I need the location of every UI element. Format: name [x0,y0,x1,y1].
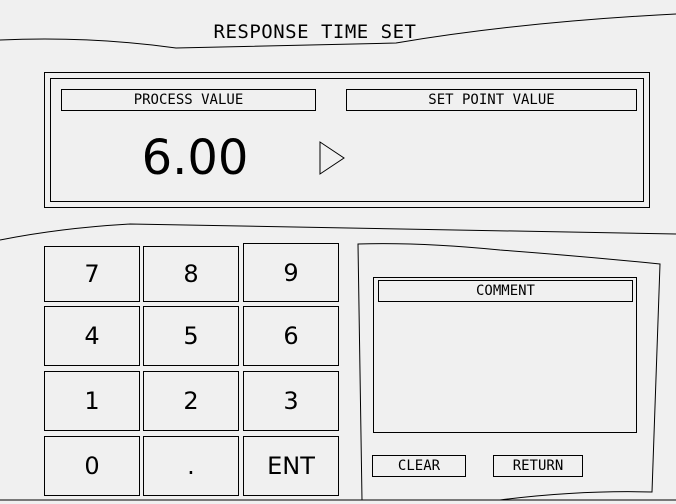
key-5[interactable]: 5 [143,306,239,366]
return-button[interactable]: RETURN [493,455,583,477]
page-title: RESPONSE TIME SET [213,21,417,43]
comment-label: COMMENT [378,280,633,302]
set-point-value-label: SET POINT VALUE [346,89,637,111]
key-7[interactable]: 7 [44,246,140,302]
key-4[interactable]: 4 [44,306,140,366]
key-decimal-point[interactable]: . [143,436,239,496]
key-9[interactable]: 9 [243,243,339,302]
set-point-value-input[interactable] [360,126,630,190]
key-0[interactable]: 0 [44,436,140,496]
key-6[interactable]: 6 [243,306,339,366]
clear-button[interactable]: CLEAR [372,455,466,477]
triangle-right-icon [319,141,345,175]
process-value-label: PROCESS VALUE [61,89,316,111]
key-enter[interactable]: ENT [243,436,339,496]
response-time-set-screen: RESPONSE TIME SET PROCESS VALUE SET POIN… [0,0,676,504]
key-1[interactable]: 1 [44,371,140,431]
key-8[interactable]: 8 [143,246,239,302]
process-value-readout: 6.00 [141,130,249,186]
key-3[interactable]: 3 [243,371,339,431]
key-2[interactable]: 2 [143,371,239,431]
